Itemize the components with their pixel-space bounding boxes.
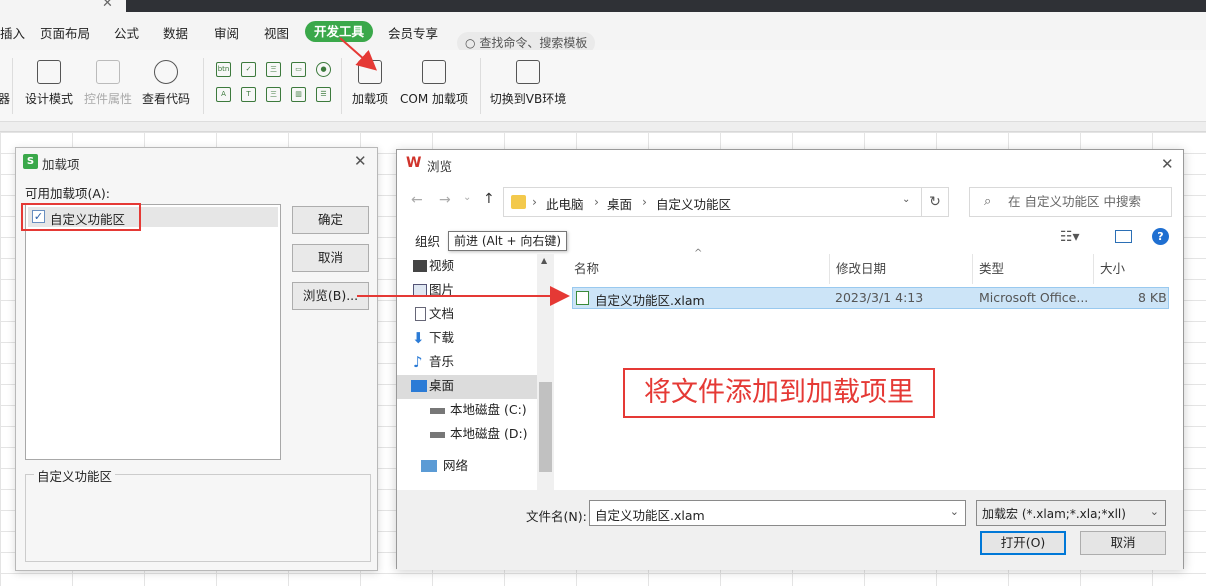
annotation-arrows xyxy=(339,37,570,306)
arrow-to-addins xyxy=(339,37,377,71)
